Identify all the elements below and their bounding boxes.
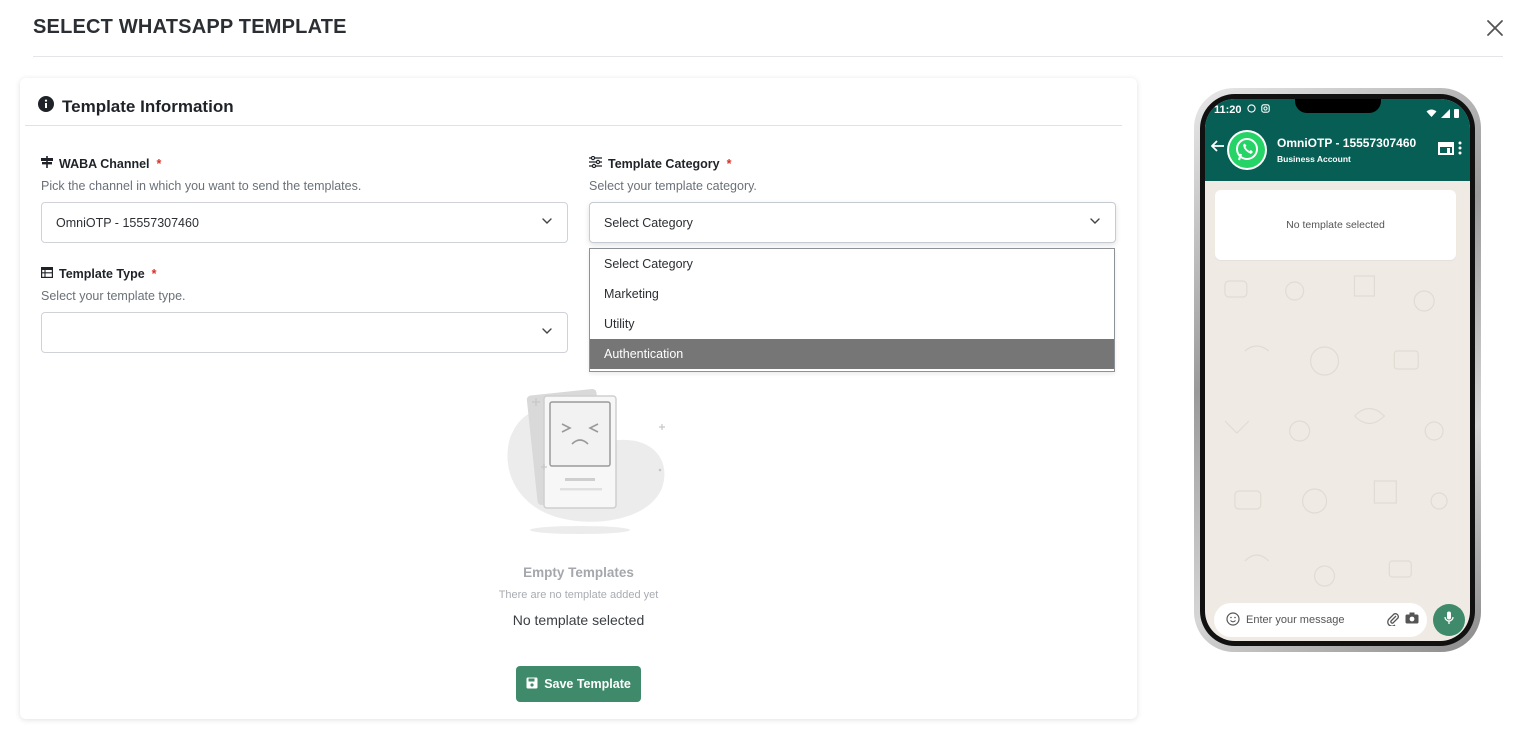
close-icon[interactable]: [1484, 17, 1506, 39]
template-information-card: Template Information WABA Channel * Pick …: [20, 78, 1137, 719]
phone-notch: [1295, 99, 1381, 113]
waba-channel-value: OmniOTP - 15557307460: [56, 215, 199, 230]
message-input[interactable]: Enter your message: [1214, 603, 1427, 637]
option-authentication[interactable]: Authentication: [590, 339, 1114, 369]
floppy-disk-icon: [526, 677, 538, 692]
back-arrow-icon[interactable]: [1210, 139, 1225, 157]
battery-icon: [1454, 105, 1459, 123]
chevron-down-icon: [1089, 215, 1101, 230]
waba-channel-field: WABA Channel * Pick the channel in which …: [41, 156, 361, 193]
microphone-button[interactable]: [1433, 604, 1465, 636]
chevron-down-icon: [541, 215, 553, 230]
chat-header: OmniOTP - 15557307460 Business Account: [1205, 127, 1470, 175]
card-header: Template Information: [38, 96, 234, 117]
sliders-icon: [589, 155, 602, 171]
empty-templates-illustration: [490, 378, 670, 543]
wifi-icon: [1426, 105, 1437, 123]
option-utility[interactable]: Utility: [590, 309, 1114, 339]
emoji-icon[interactable]: [1226, 611, 1240, 629]
template-category-select[interactable]: Select Category: [589, 202, 1116, 243]
template-category-help: Select your template category.: [589, 179, 757, 193]
camera-icon[interactable]: [1405, 612, 1419, 629]
save-template-button[interactable]: Save Template: [516, 666, 641, 702]
store-icon[interactable]: [1437, 141, 1455, 160]
signal-icon: [1441, 105, 1450, 123]
whatsapp-small-icon: [1246, 104, 1256, 116]
select-template-modal: SELECT WHATSAPP TEMPLATE Template Inform…: [0, 0, 1532, 735]
status-indicators: [1426, 105, 1459, 123]
save-template-label: Save Template: [544, 677, 631, 691]
required-mark: *: [726, 156, 732, 171]
message-placeholder: Enter your message: [1246, 614, 1345, 626]
no-template-selected: No template selected: [512, 612, 645, 628]
required-mark: *: [156, 156, 162, 171]
title-divider: [33, 56, 1503, 57]
template-type-field: Template Type * Select your template type…: [41, 267, 186, 303]
instagram-small-icon: [1260, 104, 1270, 116]
template-category-field: Template Category * Select your template …: [589, 155, 757, 193]
option-marketing[interactable]: Marketing: [590, 279, 1114, 309]
phone-preview: 11:20 OmniOTP - 15557307460 Business Acc…: [1194, 88, 1481, 652]
microphone-icon: [1444, 611, 1454, 630]
template-category-label: Template Category: [608, 156, 720, 171]
template-preview-bubble: No template selected: [1215, 190, 1456, 260]
whatsapp-screen: 11:20 OmniOTP - 15557307460 Business Acc…: [1205, 99, 1470, 641]
empty-templates-subtitle: There are no template added yet: [498, 589, 659, 601]
modal-title: SELECT WHATSAPP TEMPLATE: [33, 16, 347, 38]
template-type-help: Select your template type.: [41, 289, 186, 303]
header-actions: [1437, 141, 1462, 160]
waba-channel-help: Pick the channel in which you want to se…: [41, 179, 362, 193]
required-mark: *: [151, 267, 157, 281]
info-icon: [38, 96, 54, 117]
empty-templates-title: Empty Templates: [523, 565, 634, 580]
card-divider: [25, 125, 1122, 126]
contact-name: OmniOTP - 15557307460: [1277, 136, 1417, 150]
more-vertical-icon[interactable]: [1458, 141, 1462, 160]
whatsapp-logo-avatar: [1227, 130, 1267, 170]
table-icon: [41, 267, 54, 281]
option-select-category[interactable]: Select Category: [590, 249, 1114, 279]
template-category-value: Select Category: [604, 215, 693, 230]
template-type-label: Template Type: [59, 267, 145, 281]
paperclip-icon[interactable]: [1387, 612, 1399, 629]
chevron-down-icon: [541, 325, 553, 340]
contact-status: Business Account: [1277, 154, 1351, 164]
signpost-icon: [41, 156, 53, 171]
template-category-dropdown: Select Category Marketing Utility Authen…: [589, 248, 1115, 372]
status-bar: 11:20: [1214, 104, 1270, 116]
waba-channel-select[interactable]: OmniOTP - 15557307460: [41, 202, 568, 243]
status-time: 11:20: [1214, 104, 1242, 116]
card-title: Template Information: [62, 96, 234, 116]
template-type-select[interactable]: [41, 312, 568, 353]
waba-channel-label: WABA Channel: [59, 156, 150, 171]
